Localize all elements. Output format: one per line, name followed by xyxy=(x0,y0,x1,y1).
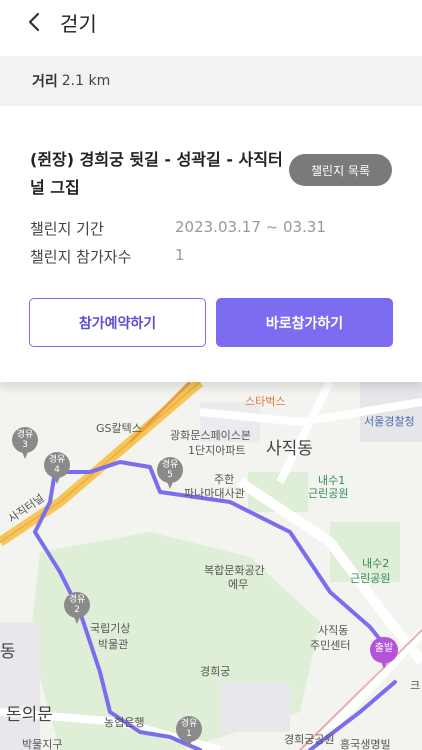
period-label: 챌린지 기간 xyxy=(30,220,104,238)
waypoint-1-pin[interactable]: 경유 1 xyxy=(176,716,202,750)
map-label-bottom-left: 박물지구 xyxy=(22,738,63,750)
map-label-naesu2-a: 내수2 xyxy=(362,557,390,570)
map-label-palace: 경희궁 xyxy=(200,665,231,678)
map-label-donuimun: 돈의문 xyxy=(6,705,53,725)
waypoint-label: 경유 xyxy=(48,455,66,465)
back-button[interactable] xyxy=(12,0,56,44)
map-label-panama1: 주한 xyxy=(214,473,235,486)
route-map[interactable]: 스타벅스 서울경찰청 GS칼텍스 광화문스페이스본 1단지아파트 사직동 내수1… xyxy=(0,382,422,750)
map-label-naesu1-a: 내수1 xyxy=(318,474,346,487)
map-label-park: 경희궁공원 xyxy=(284,733,335,746)
waypoint-number: 1 xyxy=(186,729,192,739)
map-label-weather1: 국립기상 xyxy=(90,622,131,635)
waypoint-number: 4 xyxy=(54,465,60,475)
period-row: 챌린지 기간 2023.03.17 ~ 03.31 xyxy=(30,218,326,239)
waypoint-5-pin[interactable]: 경유 5 xyxy=(157,457,183,491)
chevron-left-icon xyxy=(28,12,40,32)
map-label-community2: 주민센터 xyxy=(310,639,351,652)
waypoint-number: 2 xyxy=(74,605,80,615)
distance-value: 2.1 km xyxy=(61,73,111,89)
map-label-bank: 농협은행 xyxy=(104,716,145,729)
app-header: 걷기 xyxy=(0,0,422,44)
map-label-panama2: 파나마대사관 xyxy=(184,487,245,500)
challenge-list-button[interactable]: 챌린지 목록 xyxy=(289,154,392,186)
waypoint-label: 경유 xyxy=(68,595,86,605)
map-label-ku: 흥국생명빌 xyxy=(340,738,391,750)
map-label-right-edge: 크 xyxy=(410,679,421,692)
waypoint-number: 5 xyxy=(167,470,173,480)
waypoint-number: 3 xyxy=(22,440,28,450)
participants-label: 챌린지 참가자수 xyxy=(30,248,132,266)
map-label-naesu1-b: 근린공원 xyxy=(308,487,349,500)
distance-bar: 거리 2.1 km xyxy=(0,56,422,106)
map-label-dondong: 동 xyxy=(0,642,16,662)
course-title: (쥔장) 경희궁 뒷길 - 성곽길 - 사직터널 그집 xyxy=(30,150,283,197)
map-label-gs: GS칼텍스 xyxy=(96,422,142,435)
map-label-apt2: 1단지아파트 xyxy=(188,444,246,457)
map-label-sajikdong: 사직동 xyxy=(266,439,313,459)
map-label-complex1: 복합문화공간 xyxy=(204,564,265,577)
map-label-weather2: 박물관 xyxy=(98,638,129,651)
period-value: 2023.03.17 ~ 03.31 xyxy=(175,218,326,236)
map-label-police: 서울경찰청 xyxy=(364,415,415,428)
waypoint-label: 경유 xyxy=(180,719,198,729)
waypoint-2-pin[interactable]: 경유 2 xyxy=(64,592,90,626)
waypoint-label: 경유 xyxy=(161,460,179,470)
map-label-naesu2-b: 근린공원 xyxy=(350,572,391,585)
start-label: 출발 xyxy=(370,637,398,663)
waypoint-3-pin[interactable]: 경유 3 xyxy=(12,427,38,461)
map-label-starbucks: 스타벅스 xyxy=(245,395,286,408)
page-title: 걷기 xyxy=(60,11,97,36)
challenge-card: (쥔장) 경희궁 뒷길 - 성곽길 - 사직터널 그집 챌린지 목록 챌린지 기… xyxy=(0,106,422,382)
participants-value: 1 xyxy=(175,246,185,264)
map-label-complex2: 에무 xyxy=(228,578,249,591)
map-label-community1: 사직동 xyxy=(318,624,349,637)
distance-label: 거리 xyxy=(32,74,58,90)
map-label-apt1: 광화문스페이스본 xyxy=(170,429,251,442)
start-pin[interactable]: 출발 xyxy=(370,637,398,671)
waypoint-4-pin[interactable]: 경유 4 xyxy=(44,452,70,486)
participants-row: 챌린지 참가자수 1 xyxy=(30,246,185,267)
reserve-button[interactable]: 참가예약하기 xyxy=(29,298,206,347)
join-now-button[interactable]: 바로참가하기 xyxy=(216,298,393,347)
waypoint-label: 경유 xyxy=(16,430,34,440)
